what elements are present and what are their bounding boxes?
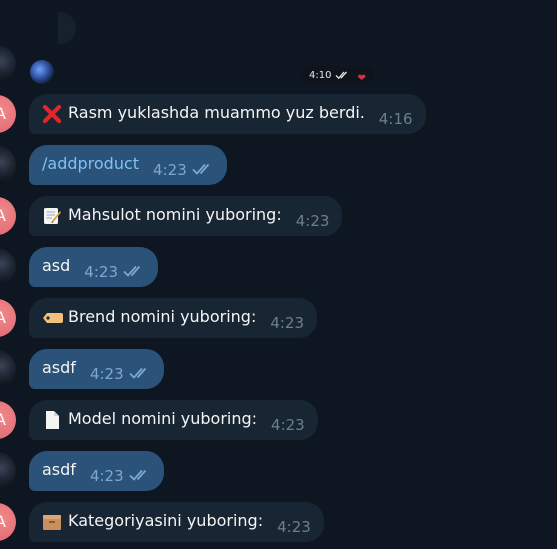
message-time: 4:23 — [270, 314, 305, 332]
avatar[interactable] — [0, 146, 16, 184]
message-time: 4:23 — [277, 518, 311, 536]
message-bubble-outgoing[interactable]: asdf 4:23 — [29, 451, 164, 491]
message-bubble-outgoing[interactable]: asd 4:23 — [29, 247, 158, 287]
message-text: asdf — [42, 357, 76, 377]
double-check-icon — [336, 71, 348, 80]
message-time: 4:23 — [153, 161, 187, 179]
message-text: Rasm yuklashda muammo yuz berdi. — [68, 102, 365, 122]
message-bubble-incoming[interactable]: Model nomini yuboring: 4:23 — [29, 400, 318, 440]
message-time: 4:23 — [84, 263, 118, 281]
globe-sticker[interactable] — [30, 60, 54, 84]
double-check-icon — [192, 163, 209, 175]
label-tag-icon — [42, 308, 63, 328]
avatar[interactable] — [0, 248, 16, 286]
message-time: 4:23 — [271, 416, 305, 434]
double-check-icon — [128, 367, 146, 379]
message-bubble-incoming[interactable]: Mahsulot nomini yuboring: 4:23 — [29, 196, 343, 236]
message-text: Mahsulot nomini yuboring: — [68, 204, 282, 224]
avatar[interactable] — [0, 350, 16, 388]
page-icon — [42, 410, 62, 430]
file-box-icon — [42, 512, 62, 532]
avatar[interactable] — [0, 45, 16, 83]
sticker-meta: 4:10 ❤ — [301, 66, 374, 84]
bot-avatar[interactable]: A — [0, 503, 16, 541]
message-text: asdf — [42, 459, 76, 479]
bot-avatar[interactable]: A — [0, 299, 16, 337]
message-text: Brend nomini yuboring: — [68, 306, 257, 326]
message-bubble-incoming[interactable]: Kategoriyasini yuboring: 4:23 — [29, 502, 324, 542]
message-bubble-outgoing[interactable]: /addproduct 4:23 — [29, 145, 227, 185]
bot-avatar[interactable]: A — [0, 197, 16, 235]
chat-history: 4:10 ❤ A Rasm yuklashda muammo yuz berdi… — [0, 0, 557, 549]
sticker-time: 4:10 — [309, 69, 332, 81]
command-link[interactable]: /addproduct — [42, 154, 139, 173]
memo-icon — [42, 206, 62, 226]
message-time: 4:23 — [295, 212, 330, 230]
message-bubble-incoming[interactable]: Rasm yuklashda muammo yuz berdi. 4:16 — [29, 94, 426, 134]
double-check-icon — [128, 469, 146, 481]
message-text: Kategoriyasini yuboring: — [68, 510, 264, 530]
bot-avatar[interactable]: A — [0, 401, 16, 439]
bot-avatar[interactable]: A — [0, 95, 16, 133]
double-check-icon — [123, 265, 141, 277]
media-edge — [58, 12, 76, 44]
message-time: 4:23 — [89, 467, 124, 485]
heart-icon[interactable]: ❤ — [357, 73, 365, 84]
message-time: 4:16 — [378, 110, 413, 128]
message-bubble-incoming[interactable]: Brend nomini yuboring: 4:23 — [29, 298, 318, 338]
message-time: 4:23 — [89, 365, 124, 383]
cross-mark-icon — [42, 104, 62, 124]
message-bubble-outgoing[interactable]: asdf 4:23 — [29, 349, 164, 389]
message-text: asd — [42, 255, 71, 275]
avatar[interactable] — [0, 452, 16, 490]
message-text: Model nomini yuboring: — [68, 408, 258, 428]
